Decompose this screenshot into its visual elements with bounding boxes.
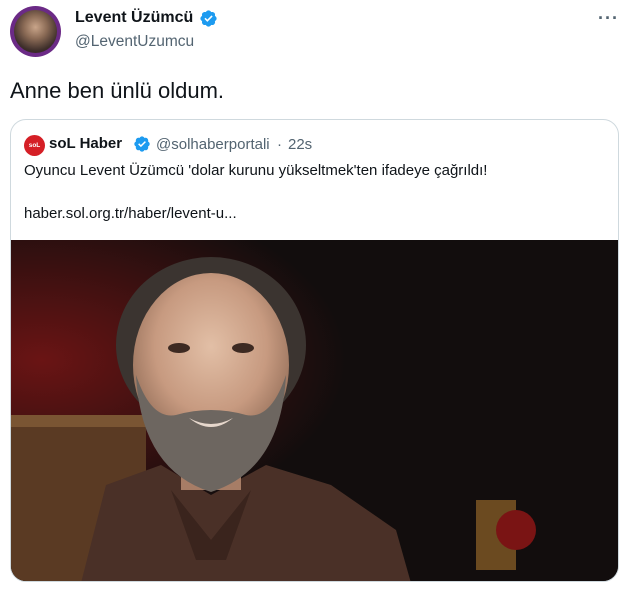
more-options-icon[interactable]: ··· <box>598 8 619 29</box>
quoted-media-photo[interactable] <box>11 240 618 581</box>
portrait-photo-illustration <box>11 240 618 581</box>
quoted-verified-badge-icon <box>134 136 150 152</box>
quoted-tweet-card[interactable]: soL soL Haber @solhaberportali · 22s Oyu… <box>10 119 619 582</box>
avatar-photo <box>14 10 57 53</box>
quoted-author-handle[interactable]: @solhaberportali <box>156 136 270 153</box>
tweet: Levent Üzümcü @LeventUzumcu ··· Anne ben… <box>0 0 635 590</box>
separator-dot: · <box>277 136 282 153</box>
author-handle[interactable]: @LeventUzumcu <box>75 33 194 51</box>
sol-logo-avatar[interactable]: soL <box>24 135 45 156</box>
tweet-text: Anne ben ünlü oldum. <box>10 78 225 103</box>
quoted-author-name[interactable]: soL Haber <box>49 135 122 152</box>
quoted-tweet-text: Oyuncu Levent Üzümcü 'dolar kurunu yükse… <box>24 162 488 179</box>
quoted-tweet-link[interactable]: haber.sol.org.tr/haber/levent-u... <box>24 205 237 222</box>
author-avatar[interactable] <box>10 6 61 57</box>
quoted-timestamp[interactable]: 22s <box>288 136 312 153</box>
author-name[interactable]: Levent Üzümcü <box>75 9 193 27</box>
verified-badge-icon <box>200 10 217 27</box>
